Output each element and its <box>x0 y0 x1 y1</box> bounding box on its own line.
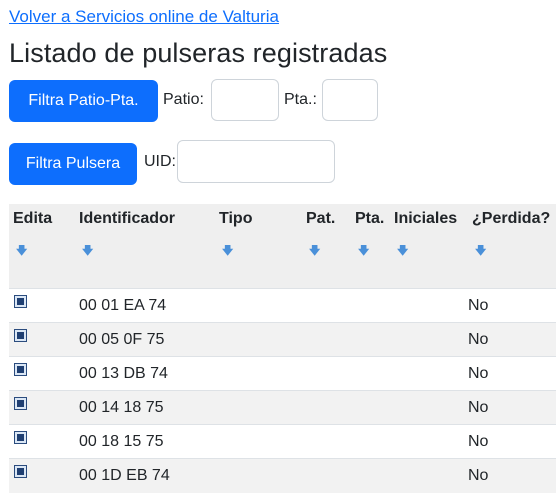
table-row: 00 14 18 75 No <box>9 390 556 425</box>
cell-pta <box>351 391 390 425</box>
cell-iniciales <box>390 459 468 493</box>
col-identificador: Identificador 🡇 <box>75 204 215 289</box>
table-row: 00 18 15 75 No <box>9 424 556 459</box>
pta-input[interactable] <box>322 79 378 121</box>
edit-icon[interactable] <box>14 328 27 342</box>
col-edita: Edita 🡇 <box>9 204 75 289</box>
table-row: 00 05 0F 75 No <box>9 322 556 357</box>
cell-tipo <box>215 391 302 425</box>
sort-down-arrow-icon[interactable]: 🡇 <box>75 228 215 257</box>
cell-pta <box>351 357 390 391</box>
col-header-label: Pat. <box>306 210 336 227</box>
cell-identificador: 00 14 18 75 <box>79 398 164 416</box>
cell-pat <box>302 459 351 493</box>
edit-icon[interactable] <box>14 396 27 410</box>
cell-pat <box>302 289 351 323</box>
cell-perdida: No <box>468 398 489 416</box>
col-header-label: Iniciales <box>394 210 458 227</box>
edit-icon[interactable] <box>14 294 27 308</box>
cell-identificador: 00 05 0F 75 <box>79 330 165 348</box>
cell-pta <box>351 323 390 357</box>
cell-iniciales <box>390 391 468 425</box>
pta-label: Pta.: <box>284 91 317 108</box>
cell-pta <box>351 425 390 459</box>
col-perdida: ¿Perdida? 🡇 <box>468 204 556 289</box>
cell-tipo <box>215 459 302 493</box>
cell-perdida: No <box>468 364 489 382</box>
col-iniciales: Iniciales 🡇 <box>390 204 468 289</box>
col-header-label: Pta. <box>355 210 385 227</box>
col-header-label: Tipo <box>219 210 253 227</box>
edit-icon[interactable] <box>14 362 27 376</box>
edit-icon[interactable] <box>14 430 27 444</box>
patio-input[interactable] <box>211 79 279 121</box>
cell-perdida: No <box>468 466 489 484</box>
cell-iniciales <box>390 357 468 391</box>
col-pta: Pta. 🡇 <box>351 204 390 289</box>
sort-down-arrow-icon[interactable]: 🡇 <box>215 228 302 257</box>
sort-down-arrow-icon[interactable]: 🡇 <box>390 228 468 257</box>
uid-label: UID: <box>144 153 176 170</box>
cell-iniciales <box>390 289 468 323</box>
edit-icon[interactable] <box>14 465 27 479</box>
cell-pat <box>302 391 351 425</box>
col-header-label: ¿Perdida? <box>472 210 551 227</box>
cell-perdida: No <box>468 432 489 450</box>
cell-tipo <box>215 357 302 391</box>
sort-down-arrow-icon[interactable]: 🡇 <box>302 228 351 257</box>
table-row: 00 13 DB 74 No <box>9 356 556 391</box>
cell-perdida: No <box>468 296 489 314</box>
cell-tipo <box>215 289 302 323</box>
cell-iniciales <box>390 425 468 459</box>
back-link[interactable]: Volver a Servicios online de Valturia <box>9 7 279 27</box>
cell-pta <box>351 459 390 493</box>
filter-pulsera-button[interactable]: Filtra Pulsera <box>9 143 137 185</box>
table-row: 00 01 EA 74 No <box>9 288 556 323</box>
sort-down-arrow-icon[interactable]: 🡇 <box>9 228 75 257</box>
cell-iniciales <box>390 323 468 357</box>
cell-identificador: 00 1D EB 74 <box>79 466 170 484</box>
col-tipo: Tipo 🡇 <box>215 204 302 289</box>
cell-pta <box>351 289 390 323</box>
uid-input[interactable] <box>177 140 335 183</box>
col-header-label: Identificador <box>79 210 176 227</box>
cell-tipo <box>215 323 302 357</box>
cell-pat <box>302 323 351 357</box>
cell-identificador: 00 13 DB 74 <box>79 364 168 382</box>
cell-pat <box>302 357 351 391</box>
sort-down-arrow-icon[interactable]: 🡇 <box>351 228 390 257</box>
cell-tipo <box>215 425 302 459</box>
table-header-row: Edita 🡇 Identificador 🡇 Tipo 🡇 Pat. 🡇 Pta. 🡇 … <box>9 204 556 289</box>
page-title: Listado de pulseras registradas <box>9 38 388 68</box>
patio-label: Patio: <box>163 91 204 108</box>
cell-perdida: No <box>468 330 489 348</box>
filter-patio-button[interactable]: Filtra Patio-Pta. <box>9 80 158 122</box>
col-pat: Pat. 🡇 <box>302 204 351 289</box>
col-header-label: Edita <box>13 210 53 227</box>
cell-identificador: 00 18 15 75 <box>79 432 164 450</box>
cell-pat <box>302 425 351 459</box>
pulseras-table: Edita 🡇 Identificador 🡇 Tipo 🡇 Pat. 🡇 Pta. 🡇 … <box>9 204 556 493</box>
table-row: 00 1D EB 74 No <box>9 458 556 493</box>
cell-identificador: 00 01 EA 74 <box>79 296 167 314</box>
sort-down-arrow-icon[interactable]: 🡇 <box>468 228 556 257</box>
